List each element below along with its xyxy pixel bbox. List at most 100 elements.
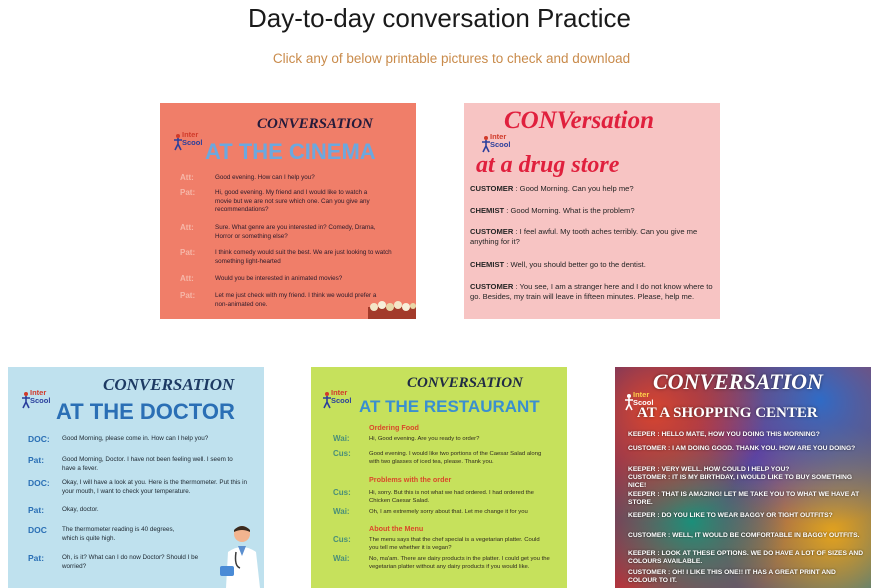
dialogue-line: DOC: Good Morning, please come in. How ca… xyxy=(28,435,256,444)
dialogue-text: Oh, I am extremely sorry about that. Let… xyxy=(369,509,528,515)
speaker-label: CUSTOMER xyxy=(470,282,514,291)
dialogue-line: KEEPER : DO YOU LIKE TO WEAR BAGGY OR TI… xyxy=(628,512,833,519)
speaker-label: Cus: xyxy=(333,535,351,544)
speaker-label: Wai: xyxy=(333,507,350,516)
dialogue-text: Sure. What genre are you interested in? … xyxy=(215,224,376,240)
dialogue-line: CUSTOMER : WELL, IT WOULD BE COMFORTABLE… xyxy=(628,532,860,539)
dialogue-line: Pat: Oh, is it? What can I do now Doctor?… xyxy=(28,554,208,571)
card-place-title: at a drug store xyxy=(476,152,620,178)
dialogue-line: Att: Would you be interested in animated … xyxy=(180,274,408,284)
dialogue-line: Pat: Good Morning, Doctor. I have not bee… xyxy=(28,456,238,473)
card-restaurant[interactable]: Inter Scool CONVERSATION AT THE RESTAURA… xyxy=(311,367,567,588)
logo-text-scool: Scool xyxy=(331,396,352,405)
dialogue-line: Cus: Good evening. I would like two porti… xyxy=(333,450,543,466)
dialogue-text: I think comedy would suit the best. We a… xyxy=(215,249,392,265)
speaker-label: Wai: xyxy=(333,434,350,443)
dialogue-line: KEEPER : HELLO MATE, HOW YOU DOING THIS … xyxy=(628,431,820,438)
speaker-label: Wai: xyxy=(333,554,350,563)
doctor-illustration-icon xyxy=(220,526,260,588)
popcorn-icon xyxy=(368,301,416,319)
dialogue-line: KEEPER : LOOK AT THESE OPTIONS. WE DO HA… xyxy=(628,550,864,565)
conversation-heading: CONVERSATION xyxy=(407,375,523,391)
speaker-label: CUSTOMER xyxy=(470,227,514,236)
dialogue-text: Good Morning, please come in. How can I … xyxy=(62,435,209,442)
dialogue-line: Pat: Hi, good evening. My friend and I wo… xyxy=(180,188,384,215)
dialogue-line: Wai: No, ma'am. There are dairy products … xyxy=(333,555,559,571)
dialogue-line: Att: Good evening. How can I help you? xyxy=(180,173,408,183)
dialogue-text: : Good Morning. What is the problem? xyxy=(504,206,635,215)
speaker-label: Pat: xyxy=(180,248,196,257)
dialogue-text: Hi, Good evening. Are you ready to order… xyxy=(369,436,480,442)
speaker-label: Pat: xyxy=(28,553,45,563)
speaker-label: Pat: xyxy=(180,291,196,300)
section-heading: Problems with the order xyxy=(369,475,452,484)
interscool-logo: Inter Scool xyxy=(321,387,361,413)
dialogue-line: KEEPER : VERY WELL. HOW COULD I HELP YOU… xyxy=(628,466,790,473)
speaker-label: CHEMIST xyxy=(470,206,505,215)
dialogue-line: DOC The thermometer reading is 40 degrees… xyxy=(28,526,178,543)
dialogue-line: CUSTOMER : I AM DOING GOOD. THANK YOU. H… xyxy=(628,445,856,452)
conversation-heading: CONVERSATION xyxy=(257,116,373,132)
dialogue-text: : Good Morning. Can you help me? xyxy=(513,184,634,193)
speaker-label: Pat: xyxy=(28,505,45,515)
card-cinema[interactable]: Inter Scool CONVERSATION AT THE CINEMA A… xyxy=(160,103,416,319)
speaker-label: Pat: xyxy=(180,188,196,197)
speaker-label: DOC xyxy=(28,525,47,535)
dialogue-line: CUSTOMER : You see, I am a stranger here… xyxy=(470,282,718,302)
section-heading: Ordering Food xyxy=(369,423,419,432)
dialogue-line: Cus: The menu says that the chef special … xyxy=(333,536,549,552)
dialogue-line: CUSTOMER : Good Morning. Can you help me… xyxy=(470,184,718,194)
conversation-heading: CONVERSATION xyxy=(103,375,235,394)
card-place-title: AT THE RESTAURANT xyxy=(359,397,540,416)
card-place-title: AT THE DOCTOR xyxy=(56,399,235,424)
dialogue-text: Good evening. I would like two portions … xyxy=(369,451,542,465)
dialogue-text: Okay, I will have a look at you. Here is… xyxy=(62,479,248,495)
dialogue-text: : Well, you should better go to the dent… xyxy=(504,260,646,269)
logo-text-scool: Scool xyxy=(30,396,51,405)
dialogue-line: KEEPER : THAT IS AMAZING! LET ME TAKE YO… xyxy=(628,491,860,506)
conversation-heading: CONVersation xyxy=(504,107,655,134)
speaker-label: Att: xyxy=(180,223,194,232)
dialogue-text: Let me just check with my friend. I thin… xyxy=(215,292,377,308)
card-shopping-center[interactable]: Inter Scool CONVERSATION AT A SHOPPING C… xyxy=(615,367,871,588)
card-drug-store[interactable]: Inter Scool CONVersation at a drug store… xyxy=(464,103,720,319)
card-doctor[interactable]: Inter Scool CONVERSATION AT THE DOCTOR D… xyxy=(8,367,264,588)
card-place-title: AT THE CINEMA xyxy=(205,139,376,164)
speaker-label: Cus: xyxy=(333,488,351,497)
speaker-label: Att: xyxy=(180,173,194,182)
logo-text-scool: Scool xyxy=(490,140,511,149)
dialogue-text: No, ma'am. There are dairy products in t… xyxy=(369,556,550,570)
dialogue-text: Hi, sorry. But this is not what we had o… xyxy=(369,490,534,504)
dialogue-line: CUSTOMER : OH! I LIKE THIS ONE!! IT HAS … xyxy=(628,569,836,584)
dialogue-text: Okay, doctor. xyxy=(62,506,99,513)
speaker-label: CUSTOMER xyxy=(470,184,514,193)
speaker-label: Att: xyxy=(180,274,194,283)
conversation-heading: CONVERSATION xyxy=(653,369,823,394)
dialogue-text: The menu says that the chef special is a… xyxy=(369,537,540,551)
speaker-label: Cus: xyxy=(333,449,351,458)
speaker-label: CHEMIST xyxy=(470,260,505,269)
dialogue-line: Pat: Let me just check with my friend. I … xyxy=(180,291,380,309)
dialogue-line: Cus: Hi, sorry. But this is not what we h… xyxy=(333,489,549,505)
dialogue-text: The thermometer reading is 40 degrees, w… xyxy=(62,526,175,542)
page-title: Day-to-day conversation Practice xyxy=(248,3,631,33)
section-heading: About the Menu xyxy=(369,524,424,533)
page-subtitle: Click any of below printable pictures to… xyxy=(272,51,631,66)
logo-text-scool: Scool xyxy=(182,138,203,147)
dialogue-line: Wai: Hi, Good evening. Are you ready to o… xyxy=(333,435,555,443)
dialogue-text: Good evening. How can I help you? xyxy=(215,174,315,181)
dialogue-line: Pat: I think comedy would suit the best. … xyxy=(180,248,392,266)
dialogue-text: Good Morning, Doctor. I have not been fe… xyxy=(62,456,233,472)
card-place-title: AT A SHOPPING CENTER xyxy=(637,405,818,421)
dialogue-line: Wai: Oh, I am extremely sorry about that.… xyxy=(333,508,559,516)
dialogue-line: CUSTOMER : IT IS MY BIRTHDAY, I WOULD LI… xyxy=(628,474,853,489)
dialogue-line: CUSTOMER : I feel awful. My tooth aches … xyxy=(470,227,718,247)
dialogue-line: DOC: Okay, I will have a look at you. Her… xyxy=(28,479,250,496)
speaker-label: DOC: xyxy=(28,478,50,488)
interscool-logo: Inter Scool xyxy=(20,387,60,413)
dialogue-line: Pat: Okay, doctor. xyxy=(28,506,228,515)
dialogue-line: CHEMIST : Good Morning. What is the prob… xyxy=(470,206,718,216)
dialogue-line: Att: Sure. What genre are you interested … xyxy=(180,223,380,241)
dialogue-text: Hi, good evening. My friend and I would … xyxy=(215,189,370,214)
speaker-label: Pat: xyxy=(28,455,45,465)
